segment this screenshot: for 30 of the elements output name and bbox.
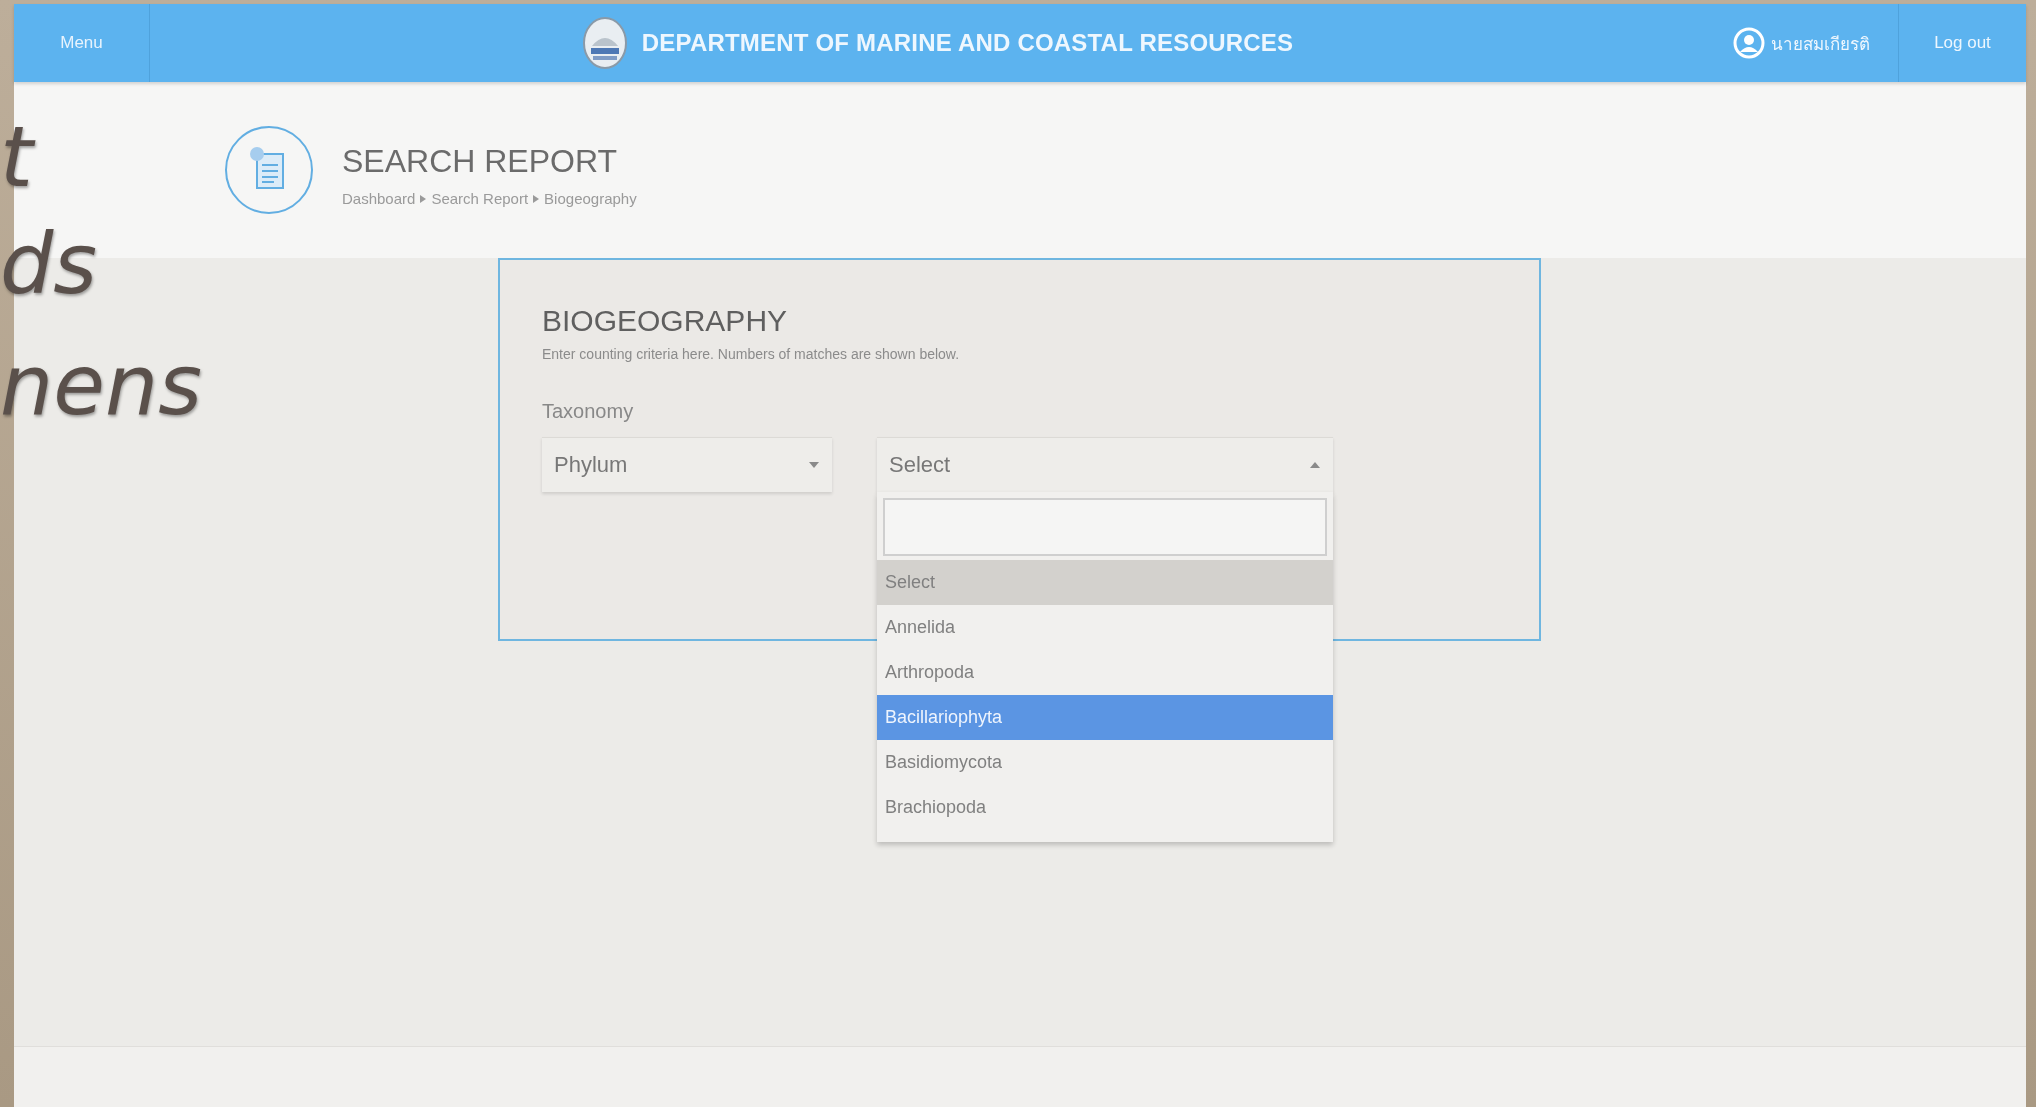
user-button[interactable]: นายสมเกียรติ [1705, 4, 1898, 82]
dropdown-option[interactable]: Annelida [877, 605, 1333, 650]
dropdown-option[interactable]: Arthropoda [877, 650, 1333, 695]
dropdown-option[interactable]: Bacillariophyta [877, 695, 1333, 740]
page-title: SEARCH REPORT [342, 143, 618, 180]
breadcrumb-link[interactable]: Dashboard [342, 190, 416, 207]
user-icon [1733, 27, 1765, 59]
caret-icon [808, 461, 820, 469]
select-field[interactable]: Phylum [542, 437, 832, 492]
search-field[interactable] [883, 498, 1327, 556]
separator-icon [533, 194, 540, 203]
card-title: BIOGEOGRAPHY [542, 304, 789, 338]
slide-text: nens [0, 343, 202, 427]
caret-icon [1309, 461, 1321, 469]
field-label: Taxonomy [542, 400, 635, 423]
select-value: Phylum [554, 452, 628, 478]
user-name: นายสมเกียรติ [1771, 32, 1870, 56]
separator-icon [420, 194, 427, 203]
site-title: DEPARTMENT OF MARINE AND COASTAL RESOURCES [641, 29, 1294, 57]
slide-text: ds [0, 222, 98, 306]
select-field[interactable]: Select [877, 437, 1333, 492]
emblem-icon [581, 16, 628, 70]
dropdown-option[interactable]: Select [877, 560, 1333, 605]
card-description: Enter counting criteria here. Numbers of matches are shown below. [542, 346, 961, 362]
dropdown-option[interactable]: Basidiomycota [877, 740, 1333, 785]
report-icon [224, 125, 314, 215]
dropdown-option[interactable]: Brachiopoda [877, 785, 1333, 830]
select-value: Select [889, 452, 951, 478]
breadcrumb-link[interactable]: Biogeography [544, 190, 637, 207]
breadcrumb-link[interactable]: Search Report [431, 190, 529, 207]
